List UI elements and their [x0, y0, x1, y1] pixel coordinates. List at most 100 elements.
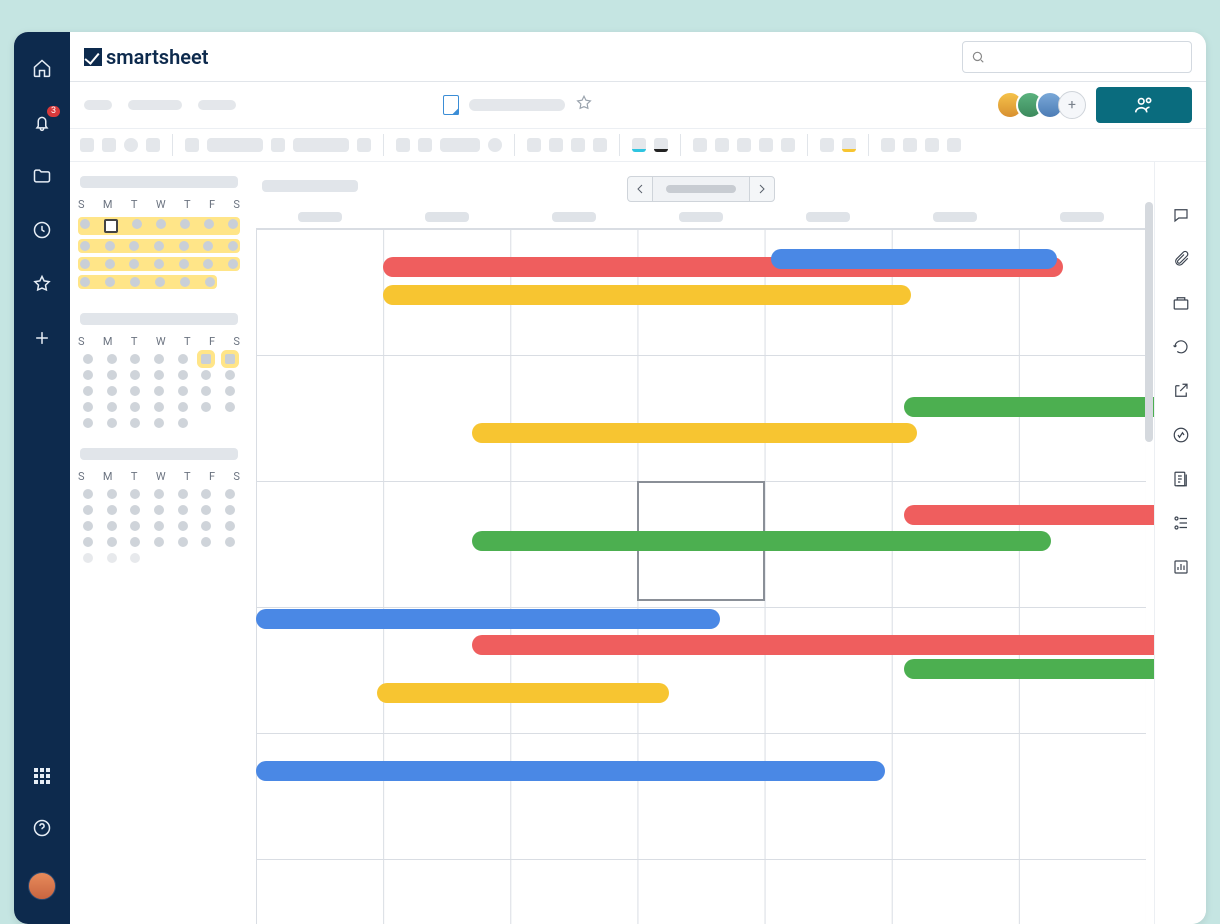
search-field[interactable]: [991, 49, 1183, 64]
calendar-day[interactable]: [107, 521, 117, 531]
event-bar[interactable]: [472, 531, 1051, 551]
calendar-day[interactable]: [154, 505, 164, 515]
calendar-day[interactable]: [154, 386, 164, 396]
calendar-day[interactable]: [201, 505, 211, 515]
toolbar-item[interactable]: [293, 138, 349, 152]
calendar-day[interactable]: [225, 402, 235, 412]
calendar-day[interactable]: [201, 402, 211, 412]
event-bar[interactable]: [472, 423, 917, 443]
calendar-grid[interactable]: [256, 228, 1146, 924]
attachments-icon[interactable]: [1172, 250, 1190, 268]
mini-calendar[interactable]: SMTWTFS: [70, 176, 248, 293]
activity-icon[interactable]: [1172, 426, 1190, 444]
calendar-day[interactable]: [178, 505, 188, 515]
toolbar-item[interactable]: [571, 138, 585, 152]
add-collaborator-button[interactable]: +: [1058, 91, 1086, 119]
star-icon[interactable]: [575, 94, 593, 116]
calendar-day[interactable]: [107, 537, 117, 547]
calendar-day[interactable]: [201, 386, 211, 396]
toolbar-item[interactable]: [102, 138, 116, 152]
toolbar-item[interactable]: [654, 138, 668, 152]
toolbar-item[interactable]: [593, 138, 607, 152]
event-bar[interactable]: [256, 761, 885, 781]
calendar-day[interactable]: [178, 537, 188, 547]
mini-calendar[interactable]: SMTWTFS: [70, 313, 248, 428]
sheet-title[interactable]: [469, 99, 565, 111]
toolbar-item[interactable]: [693, 138, 707, 152]
calendar-day[interactable]: [225, 386, 235, 396]
date-range[interactable]: [653, 176, 749, 202]
calendar-day[interactable]: [225, 505, 235, 515]
share-button[interactable]: [1096, 87, 1192, 123]
toolbar-item[interactable]: [781, 138, 795, 152]
calendar-day[interactable]: [83, 386, 93, 396]
calendar-day[interactable]: [178, 418, 188, 428]
calendar-day[interactable]: [178, 402, 188, 412]
calendar-day[interactable]: [130, 402, 140, 412]
calendar-day[interactable]: [130, 553, 140, 563]
calendar-day[interactable]: [107, 354, 117, 364]
calendar-day[interactable]: [130, 505, 140, 515]
calendar-day[interactable]: [107, 505, 117, 515]
crumb-item[interactable]: [128, 100, 182, 110]
calendar-day[interactable]: [107, 553, 117, 563]
add-icon[interactable]: [32, 328, 52, 348]
calendar-day[interactable]: [107, 386, 117, 396]
comments-icon[interactable]: [1172, 206, 1190, 224]
calendar-day[interactable]: [225, 354, 235, 364]
calendar-day[interactable]: [83, 402, 93, 412]
toolbar-item[interactable]: [146, 138, 160, 152]
toolbar-item[interactable]: [80, 138, 94, 152]
toolbar-item[interactable]: [185, 138, 199, 152]
apps-icon[interactable]: [34, 768, 50, 784]
event-bar[interactable]: [472, 635, 1171, 655]
toolbar-item[interactable]: [842, 138, 856, 152]
calendar-day[interactable]: [154, 402, 164, 412]
toolbar-item[interactable]: [440, 138, 480, 152]
toolbar-item[interactable]: [715, 138, 729, 152]
toolbar-item[interactable]: [488, 138, 502, 152]
forms-icon[interactable]: [1172, 470, 1190, 488]
toolbar-item[interactable]: [881, 138, 895, 152]
event-bar[interactable]: [377, 683, 669, 703]
toolbar-item[interactable]: [207, 138, 263, 152]
calendar-day[interactable]: [107, 489, 117, 499]
search-input[interactable]: [962, 41, 1192, 73]
calendar-day[interactable]: [154, 521, 164, 531]
event-bar[interactable]: [383, 285, 911, 305]
calendar-day[interactable]: [201, 537, 211, 547]
calendar-day[interactable]: [130, 386, 140, 396]
history-icon[interactable]: [1172, 338, 1190, 356]
reports-icon[interactable]: [1172, 558, 1190, 576]
calendar-day[interactable]: [225, 521, 235, 531]
proofs-icon[interactable]: [1172, 294, 1190, 312]
calendar-day[interactable]: [130, 489, 140, 499]
calendar-day[interactable]: [83, 537, 93, 547]
calendar-day[interactable]: [130, 537, 140, 547]
calendar-day[interactable]: [107, 402, 117, 412]
next-button[interactable]: [749, 176, 775, 202]
calendar-day[interactable]: [225, 370, 235, 380]
calendar-day[interactable]: [201, 354, 211, 364]
calendar-day[interactable]: [225, 537, 235, 547]
prev-button[interactable]: [627, 176, 653, 202]
connections-icon[interactable]: [1172, 514, 1190, 532]
notifications-icon[interactable]: 3: [32, 112, 52, 132]
toolbar-item[interactable]: [737, 138, 751, 152]
calendar-day[interactable]: [130, 521, 140, 531]
brand-logo[interactable]: smartsheet: [84, 45, 209, 69]
toolbar-item[interactable]: [549, 138, 563, 152]
calendar-day[interactable]: [201, 521, 211, 531]
calendar-day[interactable]: [178, 489, 188, 499]
profile-avatar[interactable]: [28, 872, 56, 900]
publish-icon[interactable]: [1172, 382, 1190, 400]
calendar-day[interactable]: [154, 537, 164, 547]
calendar-day[interactable]: [130, 370, 140, 380]
calendar-day[interactable]: [154, 354, 164, 364]
calendar-day[interactable]: [154, 489, 164, 499]
favorites-icon[interactable]: [32, 274, 52, 294]
crumb-item[interactable]: [84, 100, 112, 110]
calendar-day[interactable]: [130, 354, 140, 364]
calendar-day[interactable]: [178, 386, 188, 396]
calendar-day[interactable]: [83, 489, 93, 499]
